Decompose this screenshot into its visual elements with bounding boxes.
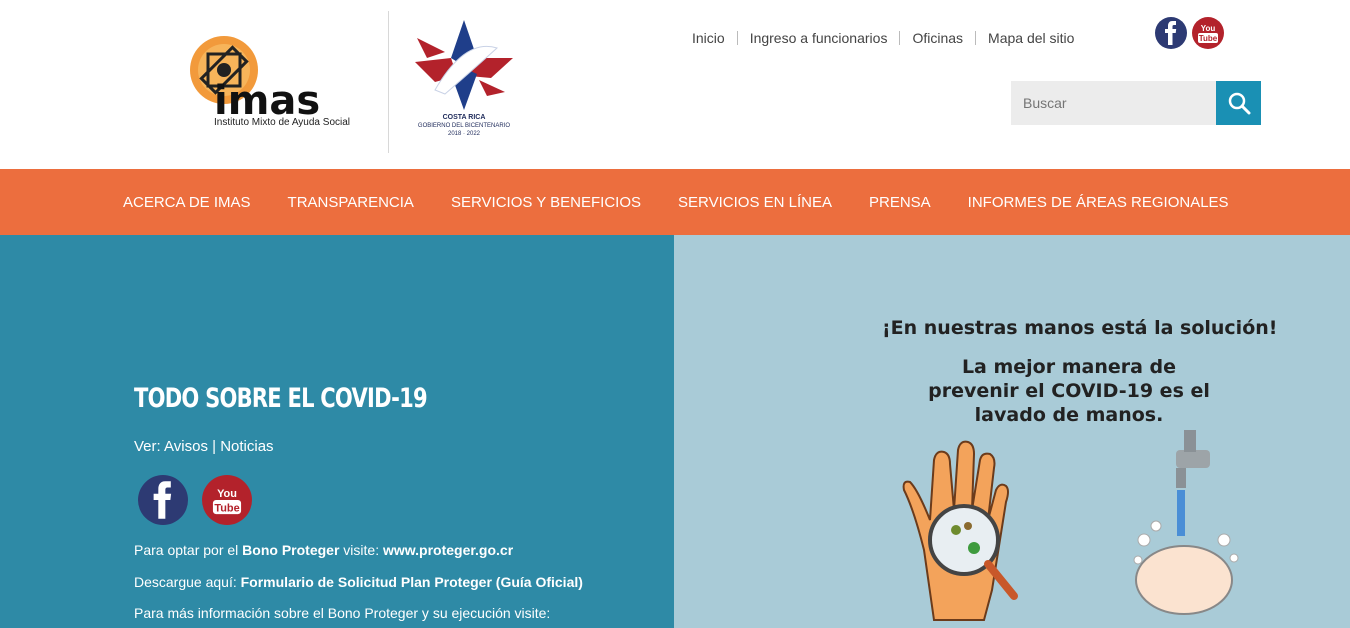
svg-text:Tube: Tube (214, 503, 239, 515)
svg-text:You: You (1201, 24, 1216, 33)
imas-logo[interactable]: imas Instituto Mixto de Ayuda Social (186, 34, 362, 134)
gobierno-logo-country: COSTA RICA (442, 114, 486, 121)
promo-headline: ¡En nuestras manos está la solución! (882, 317, 1278, 339)
noticias-link[interactable]: Noticias (220, 438, 273, 455)
facebook-icon[interactable] (138, 475, 188, 525)
youtube-icon[interactable]: You Tube (1192, 17, 1224, 49)
handwashing-banner[interactable]: ¡En nuestras manos está la solución! La … (674, 235, 1350, 628)
search-input[interactable] (1011, 81, 1216, 125)
formulario-link[interactable]: Formulario de Solicitud Plan Proteger (G… (241, 574, 583, 590)
more-info-text: Para más información sobre el Bono Prote… (134, 605, 551, 621)
search-box (1011, 81, 1261, 125)
covid-links-prefix: Ver: (134, 438, 165, 455)
imas-subtitle: Instituto Mixto de Ayuda Social (214, 117, 351, 128)
top-links: Inicio Ingreso a funcionarios Oficinas M… (680, 30, 1086, 46)
gobierno-logo-years: 2018 · 2022 (447, 131, 481, 137)
promo-subline: La mejor manera de prevenir el COVID-19 … (928, 356, 1210, 426)
bono-mid: visite: (339, 542, 383, 558)
svg-text:Tube: Tube (1199, 34, 1218, 43)
site-header: imas Instituto Mixto de Ayuda Social COS… (0, 0, 1350, 169)
toplink-oficinas[interactable]: Oficinas (900, 30, 975, 46)
search-icon (1228, 92, 1250, 115)
svg-text:You: You (217, 488, 237, 500)
handwashing-illustration (902, 430, 1239, 621)
covid-title: TODO SOBRE EL COVID-19 (134, 383, 428, 414)
nav-acerca-de-imas[interactable]: ACERCA DE IMAS (123, 194, 251, 211)
form-prefix: Descargue aquí: (134, 574, 241, 590)
avisos-link[interactable]: Avisos (164, 438, 208, 455)
bono-name: Bono Proteger (242, 542, 340, 558)
gobierno-logo-line: GOBIERNO DEL BICENTENARIO (417, 123, 511, 129)
nav-prensa[interactable]: PRENSA (869, 194, 931, 211)
covid-links-separator: | (207, 438, 221, 455)
nav-informes-areas-regionales[interactable]: INFORMES DE ÁREAS REGIONALES (968, 194, 1229, 211)
formulario-text: Descargue aquí: Formulario de Solicitud … (134, 574, 583, 590)
gobierno-logo[interactable]: COSTA RICA GOBIERNO DEL BICENTENARIO 201… (405, 18, 523, 154)
toplink-ingreso-funcionarios[interactable]: Ingreso a funcionarios (738, 30, 900, 46)
logo-divider (388, 11, 389, 153)
nav-servicios-y-beneficios[interactable]: SERVICIOS Y BENEFICIOS (451, 194, 641, 211)
youtube-icon[interactable]: You Tube (202, 475, 252, 525)
covid-info-panel: TODO SOBRE EL COVID-19 Ver: Avisos | Not… (0, 235, 674, 628)
bono-proteger-text: Para optar por el Bono Proteger visite: … (134, 542, 513, 558)
nav-servicios-en-linea[interactable]: SERVICIOS EN LÍNEA (678, 194, 832, 211)
search-button[interactable] (1216, 81, 1261, 125)
covid-links: Ver: Avisos | Noticias (134, 438, 274, 455)
main-nav: ACERCA DE IMAS TRANSPARENCIA SERVICIOS Y… (0, 169, 1350, 235)
header-social-links: You Tube (1155, 17, 1224, 49)
covid-social-links: You Tube (138, 475, 252, 525)
nav-transparencia[interactable]: TRANSPARENCIA (288, 194, 414, 211)
bono-prefix: Para optar por el (134, 542, 243, 558)
facebook-icon[interactable] (1155, 17, 1187, 49)
toplink-inicio[interactable]: Inicio (680, 30, 737, 46)
proteger-url-link[interactable]: www.proteger.go.cr (383, 542, 513, 558)
toplink-mapa-del-sitio[interactable]: Mapa del sitio (976, 30, 1086, 46)
